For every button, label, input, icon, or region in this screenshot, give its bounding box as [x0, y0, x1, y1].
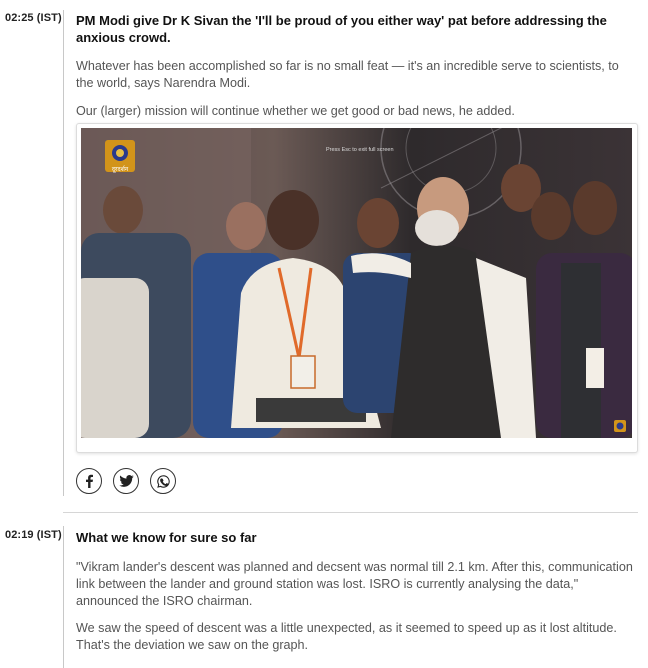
- facebook-share-button[interactable]: [76, 468, 102, 494]
- entry-headline: What we know for sure so far: [76, 530, 257, 545]
- photo-card: दूरदर्शन Press Esc to exit full screen: [76, 123, 638, 453]
- news-photo[interactable]: दूरदर्शन Press Esc to exit full screen: [81, 128, 632, 438]
- entry-divider: [63, 512, 638, 513]
- whatsapp-icon: [156, 474, 170, 488]
- photo-scene: दूरदर्शन Press Esc to exit full screen: [81, 128, 632, 438]
- channel-logo-text: दूरदर्शन: [112, 165, 129, 173]
- entry-content: PM Modi give Dr K Sivan the 'I'll be pro…: [76, 12, 638, 494]
- entry-paragraph: We saw the speed of descent was a little…: [76, 621, 617, 652]
- timeline-line: [63, 10, 64, 496]
- twitter-share-button[interactable]: [113, 468, 139, 494]
- fullscreen-hint: Press Esc to exit full screen: [326, 147, 394, 153]
- twitter-icon: [118, 475, 134, 487]
- facebook-icon: [86, 474, 93, 488]
- entry-paragraph: Our (larger) mission will continue wheth…: [76, 104, 515, 118]
- timeline-line: [63, 526, 64, 668]
- entry-time: 02:25 (IST): [5, 12, 62, 24]
- share-buttons: [76, 468, 176, 494]
- whatsapp-share-button[interactable]: [150, 468, 176, 494]
- entry-time: 02:19 (IST): [5, 529, 62, 541]
- entry-paragraph: Whatever has been accomplished so far is…: [76, 59, 619, 90]
- entry-paragraph: "Vikram lander's descent was planned and…: [76, 560, 633, 608]
- entry-content: What we know for sure so far "Vikram lan…: [76, 529, 636, 654]
- entry-headline: PM Modi give Dr K Sivan the 'I'll be pro…: [76, 13, 607, 45]
